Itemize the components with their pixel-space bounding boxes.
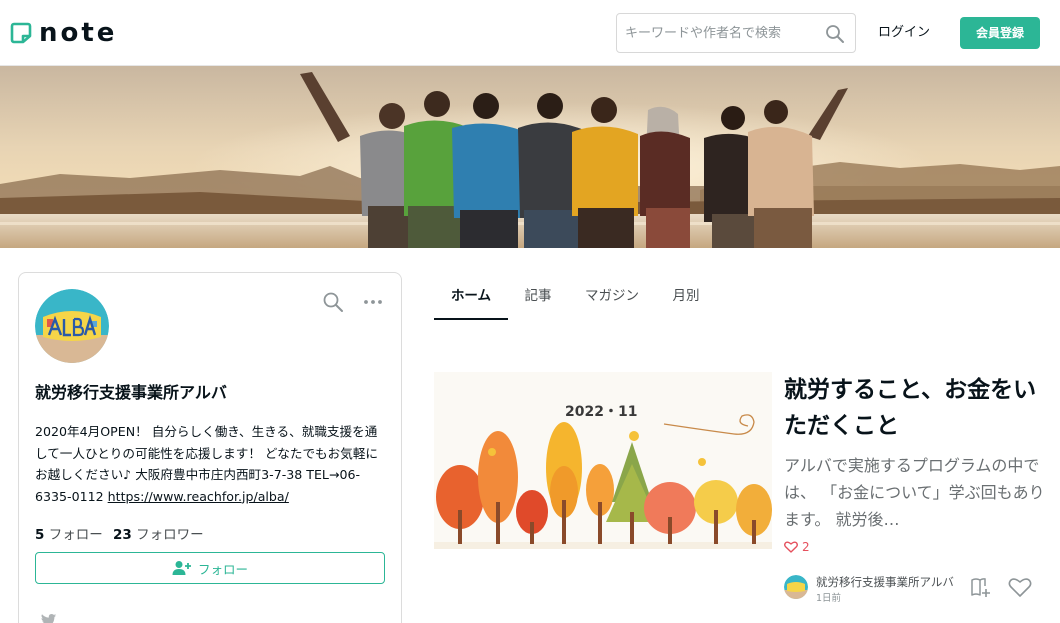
add-user-icon	[172, 561, 191, 575]
thumbnail-date-text: 2022・11	[565, 404, 637, 420]
follower-label[interactable]: フォロワー	[136, 527, 204, 543]
article-thumbnail[interactable]: 2022・11	[434, 372, 772, 549]
article-excerpt[interactable]: アルバで実施するプログラムの中では、 「お金について」学ぶ回もあります。 就労後…	[784, 452, 1060, 536]
more-options-icon[interactable]	[362, 291, 384, 313]
add-to-magazine-icon[interactable]	[970, 576, 992, 598]
profile-bio-link[interactable]: https://www.reachfor.jp/alba/	[108, 489, 289, 504]
post-time: 1日前	[816, 593, 842, 604]
search-icon[interactable]	[825, 24, 845, 44]
header: note ログイン 会員登録	[0, 0, 1060, 66]
note-logo-icon	[10, 22, 32, 44]
twitter-icon[interactable]	[39, 613, 57, 623]
author-name[interactable]: 就労移行支援事業所アルバ	[816, 574, 961, 590]
tab-articles[interactable]: 記事	[518, 284, 558, 320]
note-logo[interactable]: note	[10, 19, 117, 47]
follow-button[interactable]: フォロー	[35, 552, 385, 584]
tab-magazines[interactable]: マガジン	[578, 284, 646, 320]
tab-home[interactable]: ホーム	[434, 284, 508, 320]
search-input[interactable]	[625, 23, 820, 43]
follow-button-label: フォロー	[197, 561, 248, 577]
header-banner-image	[0, 66, 1060, 248]
profile-avatar[interactable]	[35, 289, 109, 363]
like-count-value: 2	[802, 540, 810, 554]
profile-name: 就労移行支援事業所アルバ	[35, 383, 227, 402]
following-count[interactable]: 5	[35, 527, 44, 543]
follower-count[interactable]: 23	[113, 527, 132, 543]
like-count: 2	[784, 540, 810, 554]
profile-card: 就労移行支援事業所アルバ 2020年4月OPEN！ 自分らしく働き、生きる、就職…	[18, 272, 402, 623]
register-button[interactable]: 会員登録	[960, 17, 1040, 49]
follow-stats: 5 フォロー 23 フォロワー	[35, 523, 210, 543]
article-author-row: 就労移行支援事業所アルバ 1日前	[784, 573, 1060, 604]
login-button[interactable]: ログイン	[870, 21, 938, 45]
author-avatar[interactable]	[784, 575, 808, 599]
logo-text: note	[39, 18, 118, 48]
profile-bio: 2020年4月OPEN！ 自分らしく働き、生きる、就職支援を通して一人ひとりの可…	[35, 421, 385, 507]
heart-icon	[784, 541, 798, 553]
like-heart-icon[interactable]	[1008, 576, 1032, 598]
profile-search-icon[interactable]	[322, 291, 344, 313]
search-box	[616, 13, 856, 53]
following-label[interactable]: フォロー	[49, 527, 103, 543]
tab-monthly[interactable]: 月別	[666, 284, 706, 320]
article-title[interactable]: 就労すること、お金をいただくこと	[784, 372, 1054, 444]
